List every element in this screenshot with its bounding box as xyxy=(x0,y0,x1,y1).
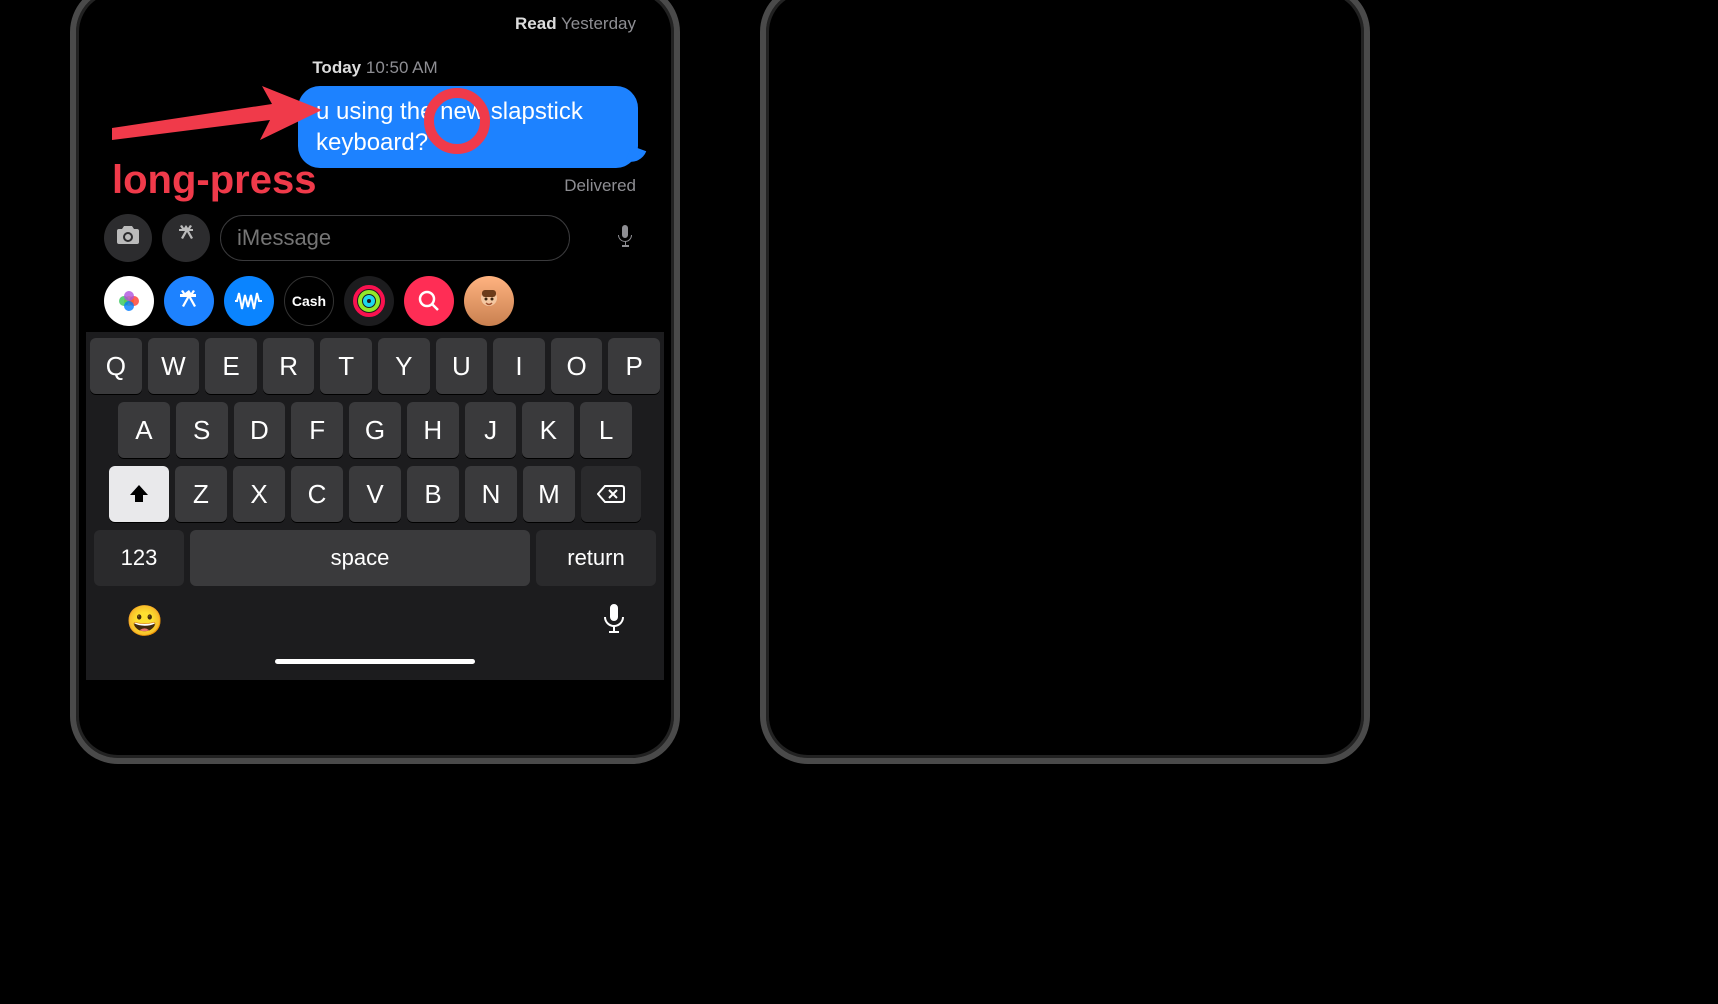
key-o[interactable]: O xyxy=(551,338,603,394)
key-d[interactable]: D xyxy=(234,402,286,458)
applecash-app-icon[interactable]: Cash xyxy=(284,276,334,326)
home-indicator[interactable] xyxy=(275,659,475,664)
key-f[interactable]: F xyxy=(291,402,343,458)
annotation-circle xyxy=(424,88,490,154)
activity-app-icon[interactable] xyxy=(344,276,394,326)
key-q[interactable]: Q xyxy=(90,338,142,394)
camera-icon xyxy=(116,225,140,251)
phone-left: Read Yesterday Today 10:50 AM u using th… xyxy=(70,0,680,764)
key-n[interactable]: N xyxy=(465,466,517,522)
message-input-wrap xyxy=(220,215,646,261)
key-x[interactable]: X xyxy=(233,466,285,522)
key-b[interactable]: B xyxy=(407,466,459,522)
search-app-icon[interactable] xyxy=(404,276,454,326)
key-l[interactable]: L xyxy=(580,402,632,458)
dictation-icon[interactable] xyxy=(618,225,632,253)
key-v[interactable]: V xyxy=(349,466,401,522)
screen-left: Read Yesterday Today 10:50 AM u using th… xyxy=(86,0,664,748)
key-m[interactable]: M xyxy=(523,466,575,522)
annotation-label-longpress: long-press xyxy=(112,158,316,203)
key-s[interactable]: S xyxy=(176,402,228,458)
key-return[interactable]: return xyxy=(536,530,656,586)
read-time: Yesterday xyxy=(561,14,636,33)
key-w[interactable]: W xyxy=(148,338,200,394)
delivered-status: Delivered xyxy=(564,176,636,196)
key-e[interactable]: E xyxy=(205,338,257,394)
annotation-arrow-left xyxy=(112,80,322,150)
message-input[interactable] xyxy=(220,215,570,261)
mic-key[interactable] xyxy=(604,604,624,639)
key-y[interactable]: Y xyxy=(378,338,430,394)
key-r[interactable]: R xyxy=(263,338,315,394)
audio-app-icon[interactable] xyxy=(224,276,274,326)
timestamp-time: 10:50 AM xyxy=(366,58,438,77)
keyboard: QWERTYUIOP ASDFGHJKL ZXCVBNM 123 space r… xyxy=(86,332,664,680)
key-g[interactable]: G xyxy=(349,402,401,458)
phone-right: HAHA !! ? u using the new slapstick keyb… xyxy=(760,0,1370,764)
key-j[interactable]: J xyxy=(465,402,517,458)
emoji-key[interactable]: 😀 xyxy=(126,604,163,639)
key-p[interactable]: P xyxy=(608,338,660,394)
timestamp-day: Today xyxy=(312,58,361,77)
key-space[interactable]: space xyxy=(190,530,530,586)
read-receipt: Read Yesterday xyxy=(515,14,636,34)
message-thread: Read Yesterday Today 10:50 AM u using th… xyxy=(86,0,664,210)
timestamp: Today 10:50 AM xyxy=(86,58,664,78)
appstore-app-icon[interactable] xyxy=(164,276,214,326)
key-123[interactable]: 123 xyxy=(94,530,184,586)
delete-key[interactable] xyxy=(581,466,641,522)
photos-app-icon[interactable] xyxy=(104,276,154,326)
key-t[interactable]: T xyxy=(320,338,372,394)
key-u[interactable]: U xyxy=(436,338,488,394)
key-k[interactable]: K xyxy=(522,402,574,458)
appstore-button[interactable] xyxy=(162,214,210,262)
imessage-app-strip: Cash xyxy=(86,268,664,332)
camera-button[interactable] xyxy=(104,214,152,262)
key-c[interactable]: C xyxy=(291,466,343,522)
read-label: Read xyxy=(515,14,557,33)
memoji-app-icon[interactable] xyxy=(464,276,514,326)
applecash-label: Cash xyxy=(292,293,326,309)
key-z[interactable]: Z xyxy=(175,466,227,522)
key-h[interactable]: H xyxy=(407,402,459,458)
shift-key[interactable] xyxy=(109,466,169,522)
compose-row xyxy=(86,210,664,268)
key-i[interactable]: I xyxy=(493,338,545,394)
appstore-icon xyxy=(175,224,197,252)
key-a[interactable]: A xyxy=(118,402,170,458)
